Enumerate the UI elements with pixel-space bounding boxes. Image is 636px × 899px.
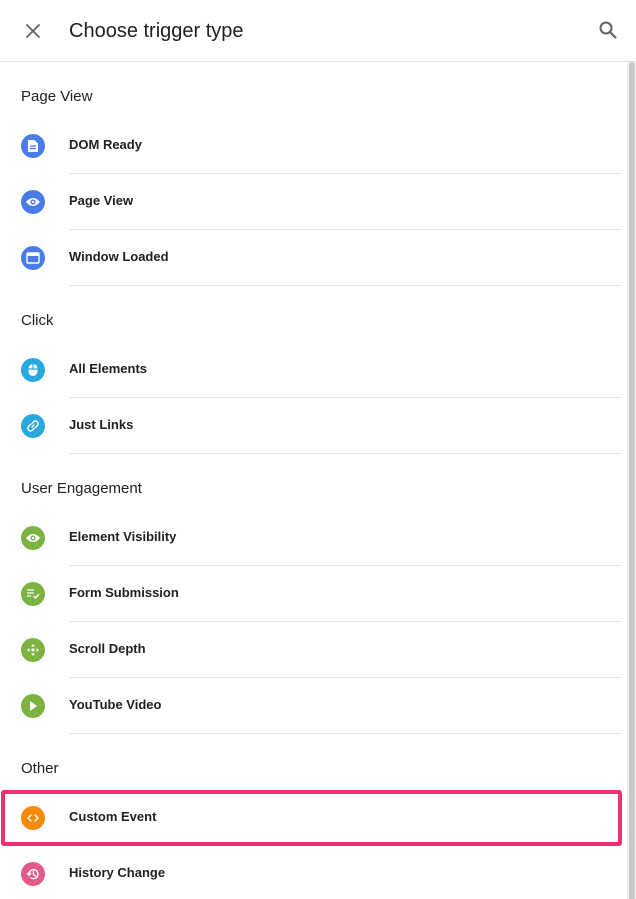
section-heading-page-view: Page View [21, 88, 93, 105]
trigger-item-label: DOM Ready [69, 137, 142, 152]
form-check-icon [21, 582, 45, 606]
eye-icon [21, 526, 45, 550]
trigger-item-label: Just Links [69, 417, 134, 432]
trigger-item-element-visibility[interactable]: Element Visibility [0, 510, 626, 566]
close-icon [26, 24, 40, 38]
trigger-item-page-view[interactable]: Page View [0, 174, 626, 230]
divider [69, 285, 622, 286]
section-heading-user-engagement: User Engagement [21, 480, 142, 497]
trigger-item-scroll-depth[interactable]: Scroll Depth [0, 622, 626, 678]
trigger-item-label: Custom Event [69, 809, 157, 824]
trigger-item-label: All Elements [69, 361, 148, 376]
code-icon [21, 806, 45, 830]
search-icon [599, 21, 617, 39]
link-icon [21, 414, 45, 438]
trigger-type-list: Page View DOM Ready Page View Window Loa… [0, 62, 626, 899]
trigger-item-form-submission[interactable]: Form Submission [0, 566, 626, 622]
document-icon [21, 134, 45, 158]
trigger-item-custom-event[interactable]: Custom Event [1, 790, 622, 846]
divider [69, 733, 622, 734]
search-button[interactable] [594, 16, 622, 44]
window-icon [21, 246, 45, 270]
dialog-title: Choose trigger type [69, 20, 244, 42]
play-icon [21, 694, 45, 718]
trigger-item-label: Window Loaded [69, 249, 169, 264]
trigger-item-just-links[interactable]: Just Links [0, 398, 626, 454]
trigger-item-label: Scroll Depth [69, 641, 146, 656]
trigger-item-label: Element Visibility [69, 529, 177, 544]
eye-icon [21, 190, 45, 214]
trigger-item-all-elements[interactable]: All Elements [0, 342, 626, 398]
trigger-item-youtube-video[interactable]: YouTube Video [0, 678, 626, 734]
scrollbar-thumb[interactable] [629, 62, 635, 899]
trigger-item-label: History Change [69, 865, 166, 880]
close-button[interactable] [18, 16, 48, 46]
trigger-item-label: Form Submission [69, 585, 179, 600]
trigger-item-label: YouTube Video [69, 697, 162, 712]
mouse-icon [21, 358, 45, 382]
trigger-item-window-loaded[interactable]: Window Loaded [0, 230, 626, 286]
trigger-item-dom-ready[interactable]: DOM Ready [0, 118, 626, 174]
move-arrows-icon [21, 638, 45, 662]
trigger-item-label: Page View [69, 193, 134, 208]
dialog-header: Choose trigger type [0, 0, 636, 62]
divider [69, 453, 622, 454]
section-heading-other: Other [21, 760, 59, 777]
history-icon [21, 862, 45, 886]
scrollbar[interactable] [627, 62, 636, 899]
section-heading-click: Click [21, 312, 54, 329]
trigger-item-history-change[interactable]: History Change [0, 846, 626, 899]
